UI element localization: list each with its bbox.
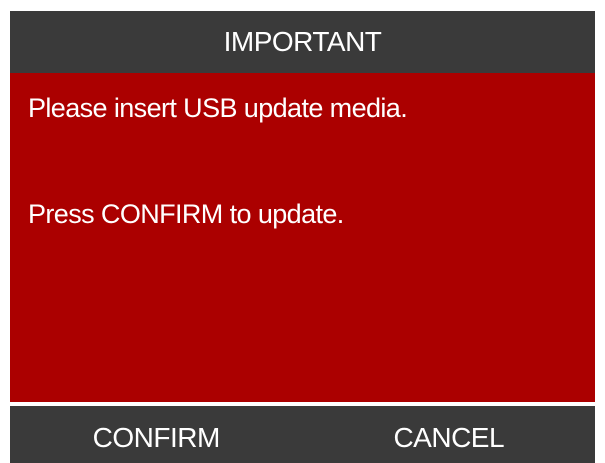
soft-key-bar: CONFIRM CANCEL xyxy=(10,406,595,463)
message-insert-usb: Please insert USB update media. xyxy=(28,93,408,123)
confirm-button[interactable]: CONFIRM xyxy=(10,406,303,463)
dialog-title: IMPORTANT xyxy=(223,26,382,57)
dialog-title-bar: IMPORTANT xyxy=(10,11,595,73)
message-press-confirm: Press CONFIRM to update. xyxy=(28,199,344,229)
cancel-button[interactable]: CANCEL xyxy=(303,406,596,463)
message-panel: Please insert USB update media. Press CO… xyxy=(10,73,595,402)
cancel-button-label: CANCEL xyxy=(393,421,505,453)
device-screen: IMPORTANT Please insert USB update media… xyxy=(10,11,595,463)
confirm-button-label: CONFIRM xyxy=(92,421,221,453)
